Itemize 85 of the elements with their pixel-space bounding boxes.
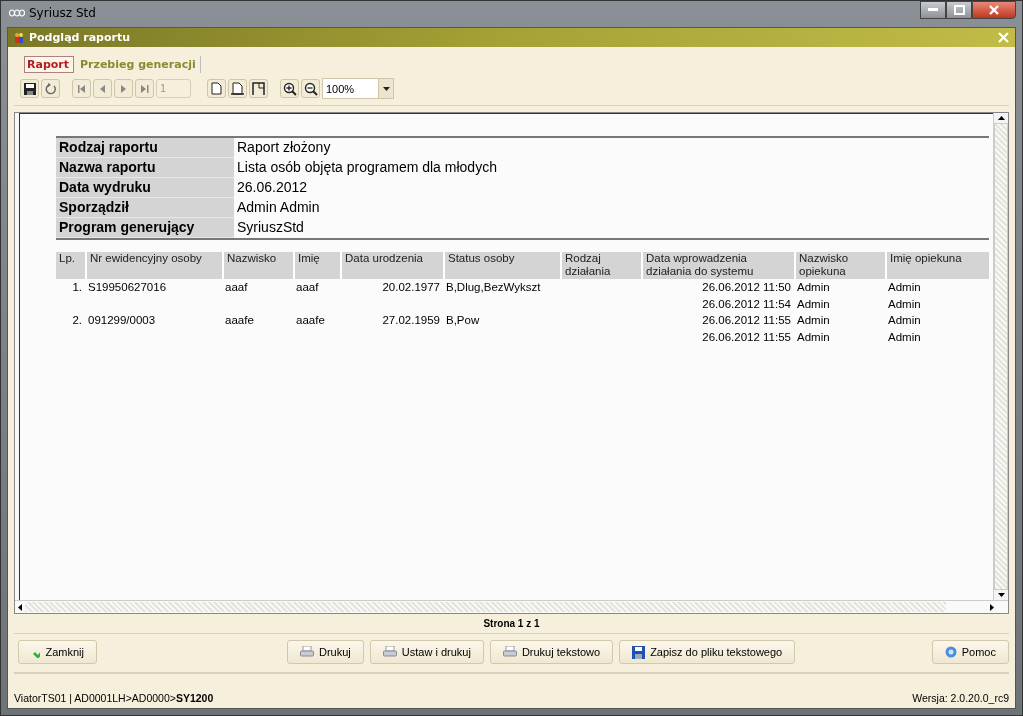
status-path: ViatorTS01 | AD0001LH>AD0000>SY1200	[14, 692, 214, 704]
single-page-icon[interactable]	[207, 79, 226, 98]
table-cell: Admin	[888, 281, 921, 293]
setup-and-print-button[interactable]: Ustaw i drukuj	[369, 640, 484, 664]
table-cell: Admin	[797, 281, 830, 293]
minimize-button[interactable]	[920, 1, 946, 19]
table-cell: 26.06.2012 11:55	[702, 314, 791, 326]
table-cell: Admin	[797, 314, 830, 326]
last-page-icon[interactable]	[135, 79, 154, 98]
help-button[interactable]: Pomoc	[931, 640, 1009, 664]
page-corner-icon[interactable]	[249, 79, 268, 98]
field-label: Program generujący	[56, 218, 234, 238]
field-value: 26.06.2012	[236, 178, 309, 197]
column-header: Lp.	[56, 252, 85, 279]
column-header: Imię opiekuna	[885, 252, 989, 279]
app-logo-icon	[9, 9, 25, 17]
table-cell: 26.06.2012 11:50	[702, 281, 791, 293]
printer-icon	[300, 646, 314, 658]
previous-page-icon[interactable]	[93, 79, 112, 98]
table-cell: 26.06.2012 11:54	[702, 297, 791, 310]
first-page-icon[interactable]	[72, 79, 91, 98]
maximize-button[interactable]	[946, 1, 972, 19]
save-icon[interactable]	[20, 79, 39, 98]
field-label: Sporządził	[56, 198, 234, 218]
table-cell: 091299/0003	[88, 314, 156, 326]
table-cell: S19950627016	[88, 281, 167, 293]
column-header: Nazwisko	[222, 252, 293, 279]
dialog-title: Podgląd raportu	[29, 31, 131, 44]
column-header: Data urodzenia	[340, 252, 443, 279]
table-cell: B,Pow	[446, 314, 480, 326]
field-label: Data wydruku	[56, 178, 234, 198]
field-value: SyriuszStd	[236, 218, 305, 237]
close-button[interactable]	[972, 1, 1016, 19]
field-value: Lista osób objęta programem dla młodych	[236, 158, 498, 177]
zoom-dropdown[interactable]: 100%	[322, 78, 394, 99]
field-value: Raport złożony	[236, 138, 332, 157]
table-cell: 20.02.1977	[382, 281, 440, 293]
print-button[interactable]: Drukuj	[287, 640, 364, 664]
next-page-icon[interactable]	[114, 79, 133, 98]
table-cell: aaafe	[296, 314, 325, 326]
table-cell: B,Dlug,BezWykszt	[446, 281, 541, 293]
maximize-icon	[953, 5, 965, 15]
window-title: Syriusz Std	[29, 6, 96, 20]
save-to-text-file-button[interactable]: Zapisz do pliku tekstowego	[619, 640, 796, 664]
table-cell: 1.	[72, 281, 82, 293]
printer-icon	[382, 646, 397, 658]
column-header: Rodzaj działania	[560, 252, 641, 279]
tab[interactable]: Raport	[24, 56, 74, 73]
table-cell: 26.06.2012 11:55	[702, 330, 791, 343]
table-cell: aaaf	[225, 281, 248, 293]
left-arrow-icon	[18, 603, 22, 611]
column-header: Imię	[293, 252, 340, 279]
page-width-icon[interactable]	[228, 79, 247, 98]
caret-icon	[382, 86, 390, 91]
table-cell: Admin	[888, 297, 921, 310]
printer-icon	[502, 646, 517, 658]
refresh-icon[interactable]	[41, 79, 60, 98]
column-header: Nr ewidencyjny osoby	[85, 252, 222, 279]
help-icon	[944, 646, 957, 658]
table-cell: Admin	[888, 314, 921, 326]
minimize-icon	[928, 8, 938, 12]
column-header: Status osoby	[443, 252, 560, 279]
field-label: Nazwa raportu	[56, 158, 234, 178]
table-cell: 27.02.1959	[382, 314, 440, 326]
zoom-out-icon[interactable]	[301, 79, 320, 98]
down-arrow-icon	[997, 593, 1005, 597]
table-cell: Admin	[797, 297, 830, 310]
close-icon	[988, 5, 1000, 15]
column-header: Nazwisko opiekuna	[794, 252, 885, 279]
right-arrow-icon	[990, 603, 994, 611]
table-cell: aaaf	[296, 281, 319, 293]
table-cell: Admin	[797, 330, 830, 343]
close-button[interactable]: Zamknij	[18, 640, 97, 664]
up-arrow-icon	[997, 116, 1005, 120]
table-cell: Admin	[888, 330, 921, 343]
field-value: Admin Admin	[236, 198, 321, 217]
table-cell: 2.	[72, 314, 82, 326]
people-icon	[14, 32, 24, 43]
version-label: Wersja: 2.0.20.0_rc9	[912, 692, 1009, 704]
field-label: Rodzaj raportu	[56, 138, 234, 158]
page-indicator: Strona 1 z 1	[483, 618, 540, 629]
text-print-button[interactable]: Drukuj tekstowo	[489, 640, 614, 664]
zoom-in-icon[interactable]	[280, 79, 299, 98]
column-header: Data wprowadzenia działania do systemu	[641, 252, 794, 279]
table-cell: aaafe	[225, 314, 254, 326]
